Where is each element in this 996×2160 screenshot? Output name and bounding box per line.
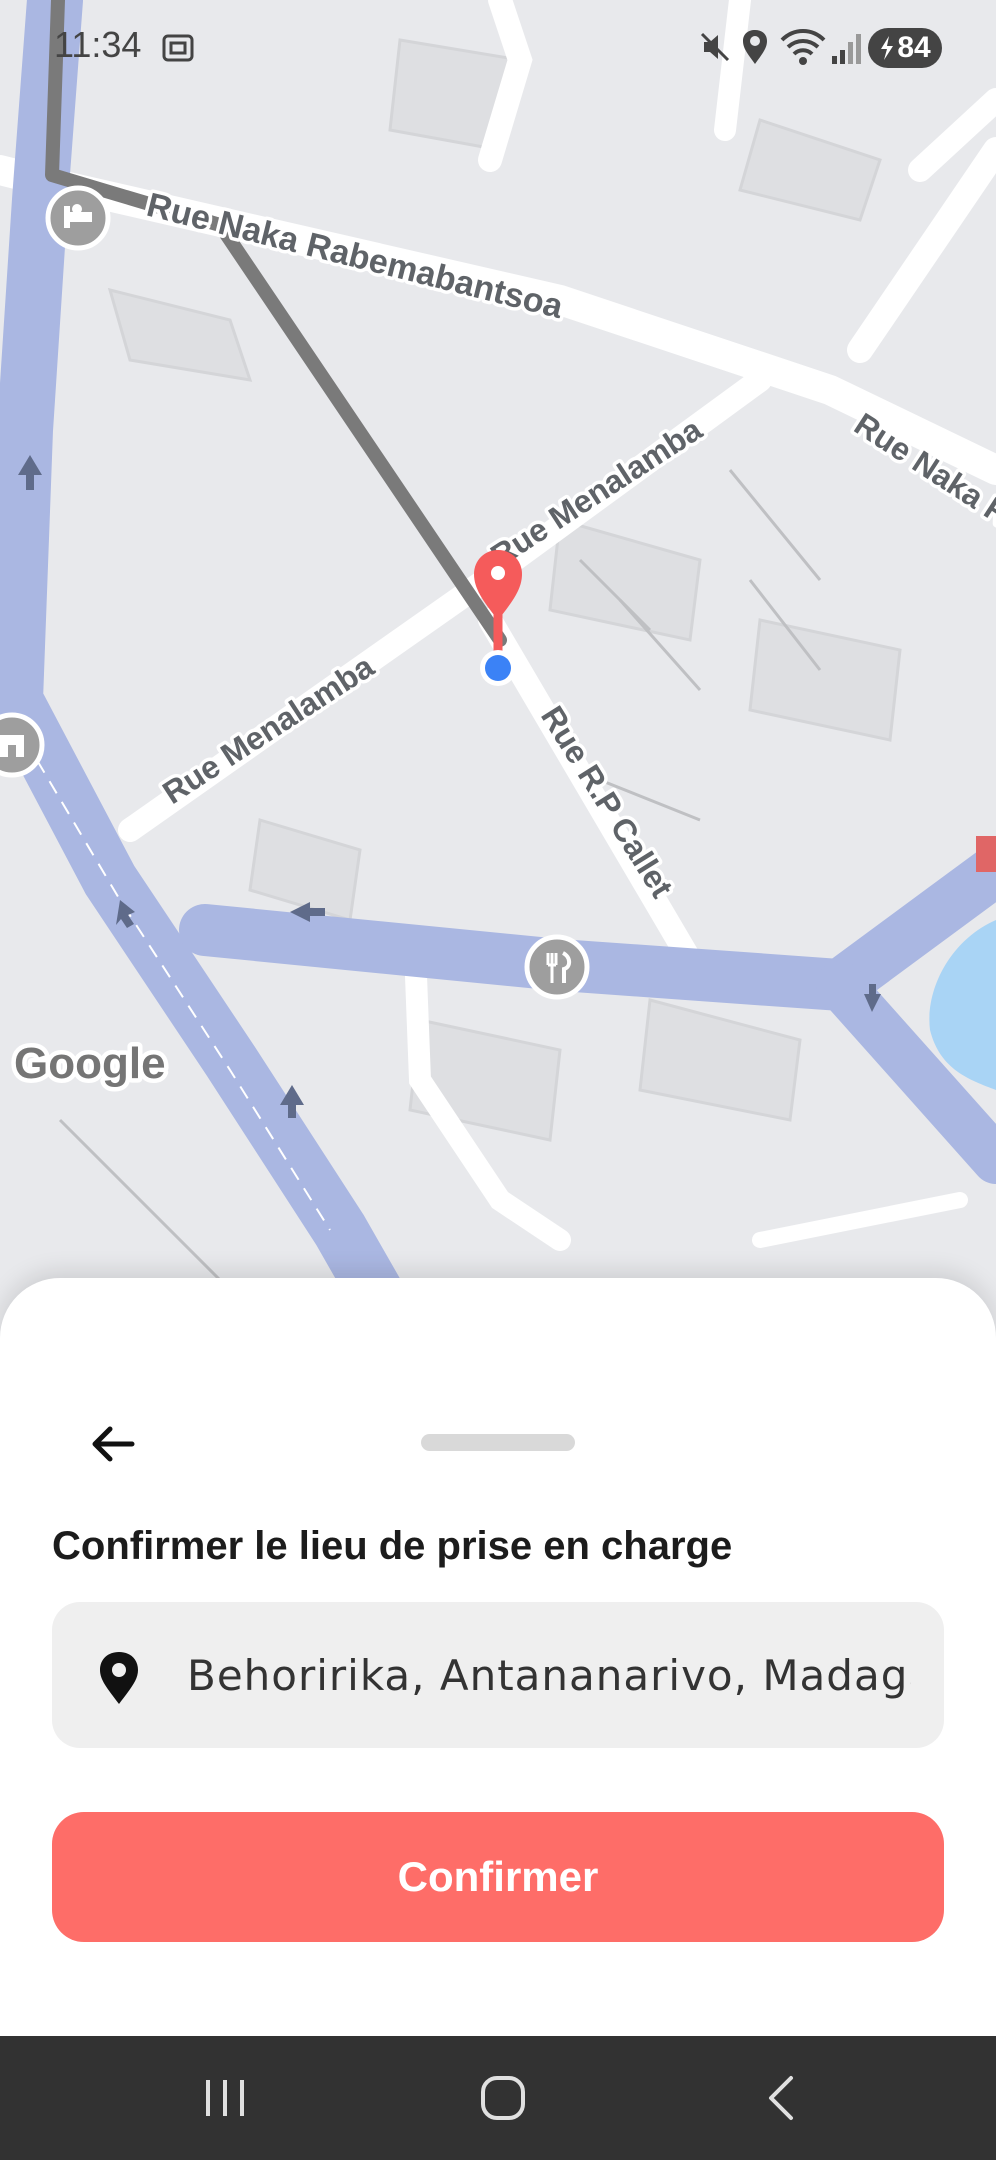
google-logo: Google — [14, 1039, 166, 1088]
pickup-address-input[interactable] — [187, 1632, 911, 1718]
battery-charging-icon — [881, 36, 894, 60]
battery-level: 84 — [897, 31, 931, 64]
sheet-title: Confirmer le lieu de prise en charge — [52, 1524, 733, 1568]
status-bar: 11:34 84 — [0, 0, 996, 96]
map-canvas[interactable]: Rue Naka Rabemabantsoa Rue Menalamba Rue… — [0, 0, 996, 1300]
pickup-confirmation-sheet: Confirmer le lieu de prise en charge Con… — [0, 1278, 996, 2036]
recents-button[interactable] — [185, 2058, 265, 2138]
confirm-button[interactable]: Confirmer — [52, 1812, 944, 1942]
location-pin-icon — [100, 1652, 138, 1704]
hotel-icon[interactable] — [45, 185, 111, 251]
wifi-icon — [780, 29, 826, 65]
status-time: 11:34 — [54, 24, 142, 65]
poi-marker — [976, 836, 996, 872]
back-arrow-icon[interactable] — [86, 1416, 142, 1472]
screenshot-icon — [162, 34, 194, 62]
recents-icon — [206, 2080, 244, 2116]
drag-handle[interactable] — [421, 1434, 575, 1451]
home-button[interactable] — [463, 2058, 543, 2138]
back-icon — [769, 2076, 793, 2120]
back-button[interactable] — [741, 2058, 821, 2138]
signal-icon — [832, 34, 861, 64]
mute-icon — [700, 32, 730, 62]
map-view[interactable]: Rue Naka Rabemabantsoa Rue Menalamba Rue… — [0, 0, 996, 1300]
system-navigation-bar — [0, 2036, 996, 2160]
battery-indicator: 84 — [868, 28, 942, 68]
landmark-icon[interactable] — [0, 712, 45, 778]
pickup-address-field[interactable] — [52, 1602, 944, 1748]
location-icon — [743, 30, 767, 64]
home-icon — [481, 2076, 525, 2120]
current-location-icon — [480, 650, 516, 686]
restaurant-icon[interactable] — [524, 934, 590, 1000]
